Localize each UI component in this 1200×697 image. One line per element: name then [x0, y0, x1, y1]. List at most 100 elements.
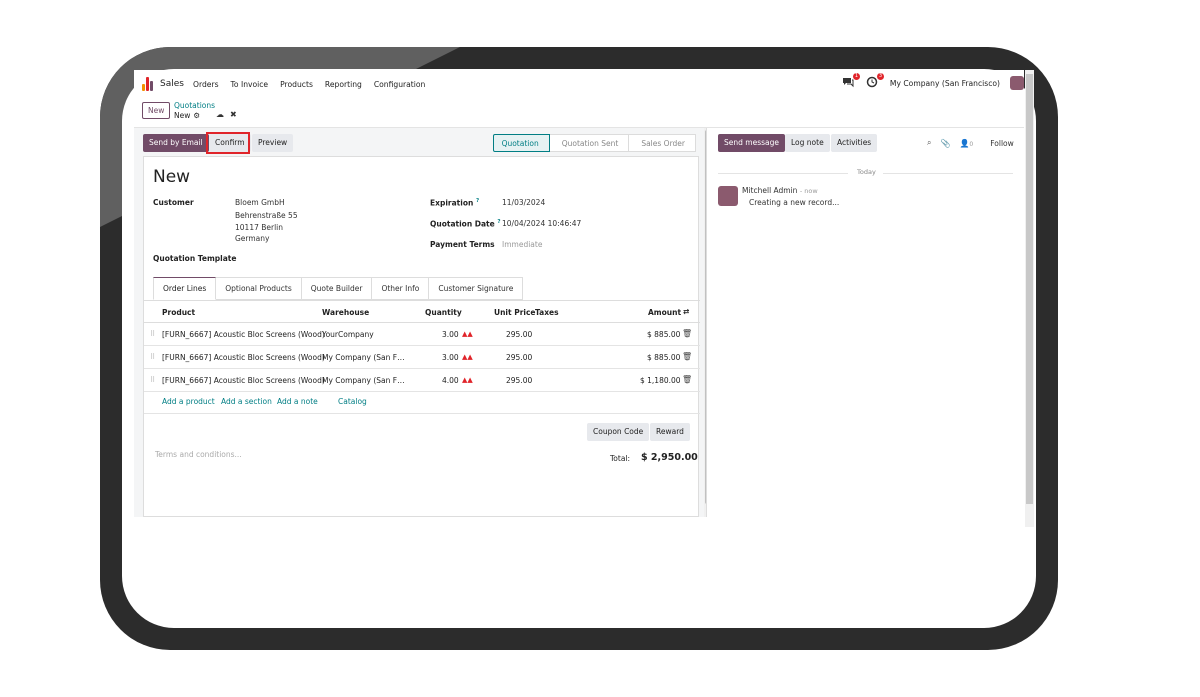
- delete-row-icon[interactable]: 🗑: [682, 352, 692, 361]
- messages-icon[interactable]: 1: [842, 73, 860, 90]
- status-sales-order[interactable]: Sales Order: [629, 134, 696, 152]
- page-scrollbar[interactable]: [1025, 70, 1034, 527]
- date-separator-label: Today: [857, 168, 876, 176]
- forecast-chart-icon[interactable]: ▲▲: [462, 353, 473, 361]
- user-avatar[interactable]: [1010, 76, 1024, 90]
- coupon-code-button[interactable]: Coupon Code: [587, 423, 650, 441]
- save-cloud-icon[interactable]: ☁: [216, 110, 224, 119]
- expiration-label-text: Expiration: [430, 198, 474, 208]
- record-title[interactable]: New: [153, 167, 190, 187]
- search-icon[interactable]: ⌕: [927, 138, 931, 148]
- app-logo-icon[interactable]: [142, 77, 154, 91]
- col-warehouse[interactable]: Warehouse: [322, 308, 369, 317]
- message-body: Creating a new record...: [749, 198, 840, 207]
- customer-line-name[interactable]: Bloem GmbH: [235, 198, 285, 207]
- add-product-link[interactable]: Add a product: [162, 397, 215, 406]
- followers-icon[interactable]: 👤0: [959, 139, 973, 148]
- status-quotation[interactable]: Quotation: [492, 134, 550, 152]
- follow-button[interactable]: Follow: [990, 139, 1014, 148]
- catalog-link[interactable]: Catalog: [338, 397, 367, 406]
- menu-products[interactable]: Products: [280, 80, 313, 89]
- drag-handle-icon[interactable]: ⠿: [150, 376, 155, 384]
- preview-button[interactable]: Preview: [252, 134, 294, 152]
- activities-icon[interactable]: 3: [866, 73, 884, 90]
- expiration-help-icon[interactable]: ?: [476, 198, 479, 204]
- row-unit-price[interactable]: 295.00: [506, 330, 532, 339]
- customer-label: Customer: [153, 198, 194, 207]
- systray: 1 3 My Company (San Francisco): [842, 73, 1024, 90]
- paperclip-icon[interactable]: 📎: [940, 139, 950, 148]
- row-warehouse[interactable]: My Company (San F…: [322, 353, 405, 362]
- row-quantity[interactable]: 3.00: [442, 353, 459, 362]
- breadcrumb-quotations[interactable]: Quotations: [174, 101, 215, 110]
- table-row[interactable]: ⠿ [FURN_6667] Acoustic Bloc Screens (Woo…: [144, 346, 700, 369]
- status-quotation-sent[interactable]: Quotation Sent: [549, 134, 630, 152]
- activities-button[interactable]: Activities: [831, 134, 878, 152]
- tab-optional-products[interactable]: Optional Products: [216, 277, 302, 300]
- col-quantity[interactable]: Quantity: [425, 308, 462, 317]
- col-product[interactable]: Product: [162, 308, 195, 317]
- customer-line-street: Behrenstraße 55: [235, 211, 298, 220]
- drag-handle-icon[interactable]: ⠿: [150, 353, 155, 361]
- quotation-date-field[interactable]: 10/04/2024 10:46:47: [502, 219, 581, 228]
- menu-configuration[interactable]: Configuration: [374, 80, 426, 89]
- payment-terms-field[interactable]: Immediate: [502, 240, 542, 249]
- quotation-date-label-text: Quotation Date: [430, 219, 495, 229]
- tab-order-lines[interactable]: Order Lines: [153, 277, 217, 300]
- new-button[interactable]: New: [142, 102, 171, 119]
- col-unit-price[interactable]: Unit Price: [494, 308, 536, 317]
- delete-row-icon[interactable]: 🗑: [682, 329, 692, 338]
- page-scrollbar-thumb[interactable]: [1026, 74, 1033, 504]
- menu-to-invoice[interactable]: To Invoice: [231, 80, 269, 89]
- notebook-tabs: Order Lines Optional Products Quote Buil…: [153, 277, 524, 300]
- forecast-chart-icon[interactable]: ▲▲: [462, 330, 473, 338]
- row-unit-price[interactable]: 295.00: [506, 353, 532, 362]
- expiration-field[interactable]: 11/03/2024: [502, 198, 545, 207]
- log-note-button[interactable]: Log note: [785, 134, 830, 152]
- order-lines-header: Product Warehouse Quantity Unit Price Ta…: [144, 301, 700, 323]
- row-warehouse[interactable]: YourCompany: [322, 330, 374, 339]
- menu-orders[interactable]: Orders: [193, 80, 219, 89]
- send-by-email-button[interactable]: Send by Email: [143, 134, 209, 152]
- chatter-tools: ⌕ 📎 👤0 Follow: [927, 138, 1014, 148]
- customer-line-city: 10117 Berlin: [235, 223, 284, 232]
- date-separator-line: [883, 173, 1013, 174]
- table-row[interactable]: ⠿ [FURN_6667] Acoustic Bloc Screens (Woo…: [144, 369, 700, 392]
- table-row[interactable]: ⠿ [FURN_6667] Acoustic Bloc Screens (Woo…: [144, 323, 700, 346]
- add-note-link[interactable]: Add a note: [277, 397, 318, 406]
- row-product[interactable]: [FURN_6667] Acoustic Bloc Screens (Wood): [162, 353, 325, 362]
- chatter-panel: Send message Log note Activities ⌕ 📎 👤0 …: [706, 128, 1024, 517]
- activities-badge: 3: [876, 73, 884, 80]
- gear-icon[interactable]: ⚙: [193, 111, 200, 120]
- row-product[interactable]: [FURN_6667] Acoustic Bloc Screens (Wood): [162, 330, 325, 339]
- column-settings-icon[interactable]: ⇄: [683, 307, 689, 316]
- record-actions: ☁ ✖: [216, 110, 237, 119]
- tab-customer-signature[interactable]: Customer Signature: [429, 277, 524, 300]
- discard-icon[interactable]: ✖: [230, 110, 237, 119]
- form-sheet: New Customer Bloem GmbH Behrenstraße 55 …: [143, 156, 700, 517]
- menu-reporting[interactable]: Reporting: [325, 80, 362, 89]
- send-message-button[interactable]: Send message: [718, 134, 785, 152]
- col-taxes[interactable]: Taxes: [535, 308, 559, 317]
- row-unit-price[interactable]: 295.00: [506, 376, 532, 385]
- quotation-date-help-icon[interactable]: ?: [497, 219, 500, 225]
- tab-other-info[interactable]: Other Info: [372, 277, 430, 300]
- row-product[interactable]: [FURN_6667] Acoustic Bloc Screens (Wood): [162, 376, 325, 385]
- tab-quote-builder[interactable]: Quote Builder: [301, 277, 373, 300]
- col-amount[interactable]: Amount: [648, 308, 681, 317]
- row-warehouse[interactable]: My Company (San F…: [322, 376, 405, 385]
- company-switcher[interactable]: My Company (San Francisco): [890, 79, 1000, 88]
- terms-conditions-field[interactable]: Terms and conditions...: [155, 450, 242, 459]
- delete-row-icon[interactable]: 🗑: [682, 375, 692, 384]
- row-quantity[interactable]: 3.00: [442, 330, 459, 339]
- forecast-chart-icon[interactable]: ▲▲: [462, 376, 473, 384]
- total-value: $ 2,950.00: [641, 452, 698, 463]
- reward-button[interactable]: Reward: [650, 423, 690, 441]
- app-name[interactable]: Sales: [160, 79, 184, 89]
- row-quantity[interactable]: 4.00: [442, 376, 459, 385]
- avatar[interactable]: [718, 186, 738, 206]
- add-section-link[interactable]: Add a section: [221, 397, 272, 406]
- message-author-name[interactable]: Mitchell Admin: [742, 186, 797, 195]
- drag-handle-icon[interactable]: ⠿: [150, 330, 155, 338]
- top-navbar: Sales Orders To Invoice Products Reporti…: [134, 70, 1024, 98]
